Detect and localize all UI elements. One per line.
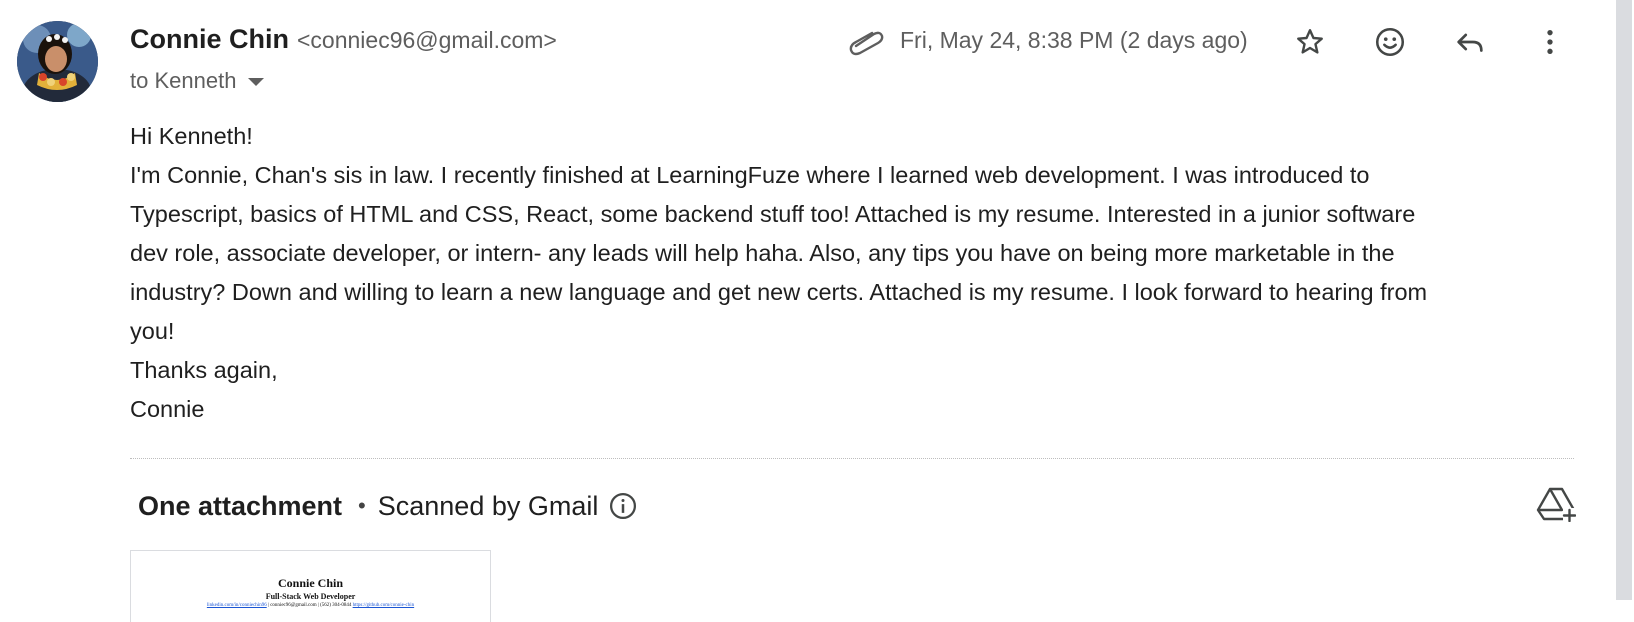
body-line: I'm Connie, Chan's sis in law. I recentl… (130, 162, 1370, 188)
body-line: dev role, associate developer, or intern… (130, 240, 1395, 266)
attachments-title: One attachment (138, 490, 343, 521)
sender-email: <conniec96@gmail.com> (296, 27, 557, 53)
recipient-line[interactable]: to Kenneth (130, 66, 265, 96)
scanned-label: Scanned by Gmail (377, 490, 599, 521)
recipient-label: to Kenneth (130, 68, 237, 93)
resume-linkedin-link: linkedin.com/in/conniechin96 (206, 603, 267, 608)
emoji-icon (1375, 27, 1405, 57)
attachments-divider (130, 458, 1574, 459)
resume-contact-line: linkedin.com/in/conniechin96 | conniec96… (131, 603, 490, 608)
body-line: Typescript, basics of HTML and CSS, Reac… (130, 201, 1416, 227)
message-date: Fri, May 24, 8:38 PM (2 days ago) (900, 27, 1248, 53)
separator-dot: • (358, 493, 366, 518)
sender-name[interactable]: Connie Chin (130, 24, 289, 55)
body-line: Hi Kenneth! (130, 123, 253, 149)
reply-button[interactable] (1450, 22, 1490, 62)
body-line: you! (130, 318, 175, 344)
add-reaction-button[interactable] (1370, 22, 1410, 62)
resume-contact-text: | conniec96@gmail.com | (562) 304-0844 (266, 603, 353, 608)
more-options-button[interactable] (1530, 22, 1570, 62)
resume-github-link: https://github.com/connie-chin (352, 603, 415, 608)
info-icon[interactable] (608, 491, 638, 521)
more-vert-icon (1547, 30, 1553, 54)
attachment-preview-card[interactable]: Connie Chin Full-Stack Web Developer lin… (130, 550, 491, 622)
star-icon (1297, 29, 1323, 54)
attachments-header: One attachment • Scanned by Gmail (138, 486, 638, 526)
sender-line: Connie Chin <conniec96@gmail.com> (130, 24, 557, 58)
body-line: Connie (130, 396, 205, 422)
reply-icon (1457, 33, 1483, 52)
resume-role: Full-Stack Web Developer (265, 592, 356, 601)
star-button[interactable] (1290, 22, 1330, 62)
scrollbar-thumb[interactable] (1616, 0, 1632, 600)
sender-avatar[interactable] (17, 21, 98, 102)
resume-name: Connie Chin (277, 576, 344, 590)
paperclip-icon (849, 31, 884, 56)
body-line: Thanks again, (130, 357, 278, 383)
message-body: Hi Kenneth! I'm Connie, Chan's sis in la… (130, 117, 1570, 429)
add-to-drive-icon[interactable] (1536, 486, 1576, 522)
body-line: industry? Down and willing to learn a ne… (130, 279, 1428, 305)
email-message-view: Connie Chin <conniec96@gmail.com> to Ken… (0, 0, 1634, 622)
show-details-caret-icon[interactable] (248, 78, 265, 86)
